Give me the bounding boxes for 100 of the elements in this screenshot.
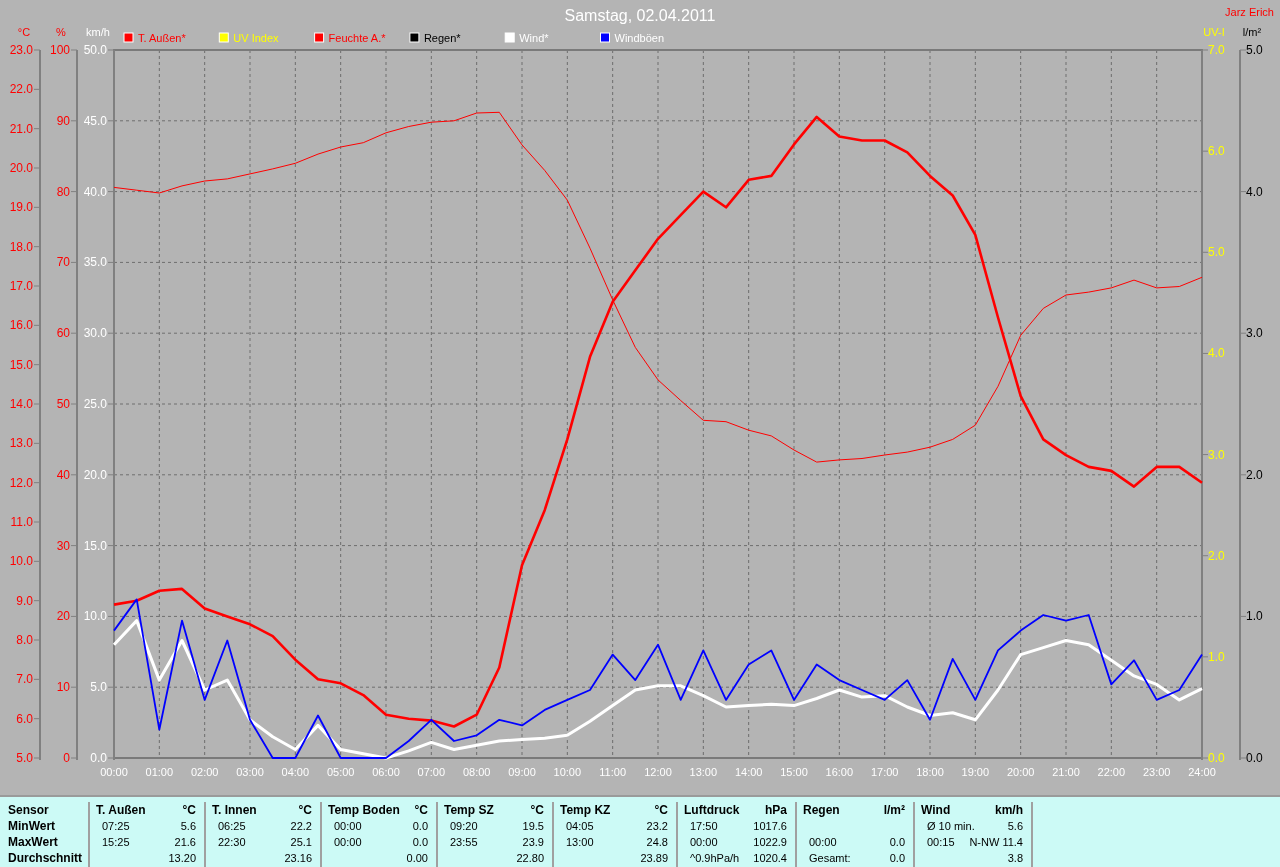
table-cell-text: 22.80: [516, 851, 544, 866]
legend-label: Wind*: [519, 32, 549, 44]
x-tick-label: 04:00: [281, 766, 310, 778]
x-tick-label: 03:00: [236, 766, 264, 778]
table-cell-text: 5.6: [180, 819, 196, 834]
column-header: Temp SZ: [444, 802, 494, 818]
table-cell-text: 23:55: [449, 835, 478, 850]
column-header: Wind: [921, 802, 951, 818]
table-cell-text: 24.8: [646, 835, 668, 850]
axis-tick-label: 15.0: [9, 357, 33, 372]
legend-label: Regen*: [423, 32, 461, 44]
axis-tick-label: 40.0: [83, 184, 107, 199]
axis-tick-label: 60: [56, 326, 70, 341]
legend-label: T. Außen*: [138, 32, 186, 44]
x-tick-label: 01:00: [145, 766, 174, 778]
table-cell-text: 23.89: [640, 851, 668, 866]
unit-label: °C: [654, 802, 668, 818]
table-cell-text: 00:15: [926, 835, 955, 850]
table-cell-text: 15:25: [101, 835, 130, 850]
axis-tick-label: 17.0: [9, 279, 33, 293]
table-cell-text: 07:25: [101, 819, 130, 834]
column-header: Temp Boden: [328, 802, 400, 818]
x-tick-label: 12:00: [644, 766, 672, 778]
axis-tick-label: 30.0: [83, 326, 107, 341]
x-tick-label: 16:00: [825, 766, 854, 778]
axis-tick-label: 12.0: [9, 475, 33, 490]
x-tick-label: 07:00: [417, 766, 446, 778]
axis-tick-label: 0: [63, 751, 70, 765]
axis-tick-label: 50.0: [83, 43, 107, 57]
axis-tick-label: 18.0: [9, 239, 33, 254]
axis-tick-label: 5.0: [90, 680, 107, 695]
table-cell-text: 00:00: [689, 835, 718, 850]
table-cell-text: 23.2: [646, 819, 668, 834]
x-tick-label: 20:00: [1006, 766, 1035, 778]
axis-tick-label: 10.0: [9, 554, 33, 569]
axis-tick-label: 3.0: [1246, 326, 1263, 341]
axis-unit-label: %: [56, 26, 66, 38]
axis-tick-label: 5.0: [1246, 43, 1263, 57]
x-tick-label: 14:00: [734, 766, 763, 778]
legend-label: Windböen: [614, 32, 665, 44]
axis-tick-label: 4.0: [1246, 184, 1263, 199]
table-cell-text: N-NW 11.4: [969, 835, 1023, 850]
axis-tick-label: 70: [56, 255, 70, 270]
table-cell-text: 06:25: [217, 819, 246, 834]
axis-tick-label: 1.0: [1246, 609, 1263, 624]
x-tick-label: 09:00: [508, 766, 536, 778]
table-cell-text: Ø 10 min.: [926, 819, 975, 834]
chart-title: Samstag, 02.04.2011: [564, 7, 716, 24]
axis-unit-label: km/h: [86, 26, 110, 38]
table-cell-text: 21.6: [174, 835, 196, 850]
table-cell-text: 0.0: [412, 835, 428, 850]
legend-label: Feuchte A.*: [328, 32, 386, 44]
unit-label: °C: [298, 802, 312, 818]
table-cell-text: 00:00: [333, 819, 362, 834]
row-label: Durchschnitt: [8, 850, 83, 866]
x-tick-label: 08:00: [462, 766, 491, 778]
axis-tick-label: 2.0: [1246, 467, 1263, 482]
axis-tick-label: 11.0: [10, 515, 33, 529]
axis-unit-label: l/m²: [1242, 26, 1262, 38]
axis-tick-label: 1.0: [1208, 649, 1225, 664]
axis-tick-label: 19.0: [9, 200, 33, 215]
axis-tick-label: 21.0: [9, 121, 33, 136]
axis-tick-label: 90: [56, 113, 70, 128]
axis-tick-label: 30: [56, 538, 70, 553]
x-tick-label: 17:00: [870, 766, 899, 778]
table-cell-text: 09:20: [449, 819, 478, 834]
x-tick-label: 10:00: [553, 766, 582, 778]
column-header: T. Innen: [212, 802, 257, 818]
row-label: Sensor: [8, 802, 50, 818]
table-cell-text: 1017.6: [753, 819, 787, 834]
x-tick-label: 11:00: [599, 766, 627, 778]
unit-label: l/m²: [883, 802, 905, 818]
table-cell-text: 1022.9: [753, 835, 787, 850]
axis-tick-label: 13.0: [9, 436, 33, 451]
table-cell-text: 0.0: [889, 851, 905, 866]
axis-unit-label: UV-I: [1203, 26, 1225, 38]
table-cell-text: 22:30: [217, 835, 246, 850]
column-header: Regen: [803, 802, 840, 818]
axis-tick-label: 25.0: [83, 397, 107, 411]
axis-tick-label: 20: [56, 609, 70, 624]
axis-tick-label: 23.0: [9, 43, 33, 57]
axis-tick-label: 3.0: [1208, 447, 1225, 462]
x-tick-label: 19:00: [961, 766, 990, 778]
unit-label: °C: [530, 802, 544, 818]
axis-tick-label: 6.0: [16, 711, 33, 726]
table-cell-text: Gesamt:: [808, 851, 851, 866]
table-cell-text: 23.16: [284, 851, 312, 866]
x-tick-label: 24:00: [1188, 766, 1216, 778]
unit-label: °C: [182, 802, 196, 818]
table-cell-text: 17:50: [689, 819, 718, 834]
column-header: T. Außen: [96, 802, 146, 818]
unit-label: km/h: [995, 802, 1023, 818]
axis-tick-label: 2.0: [1208, 548, 1225, 563]
row-label: MinWert: [8, 818, 57, 834]
x-tick-label: 05:00: [326, 766, 355, 778]
table-cell-text: 13:00: [565, 835, 594, 850]
axis-tick-label: 7.0: [1208, 43, 1225, 57]
unit-label: hPa: [765, 802, 787, 818]
table-cell-text: 23.9: [522, 835, 544, 850]
axis-tick-label: 35.0: [83, 255, 107, 270]
